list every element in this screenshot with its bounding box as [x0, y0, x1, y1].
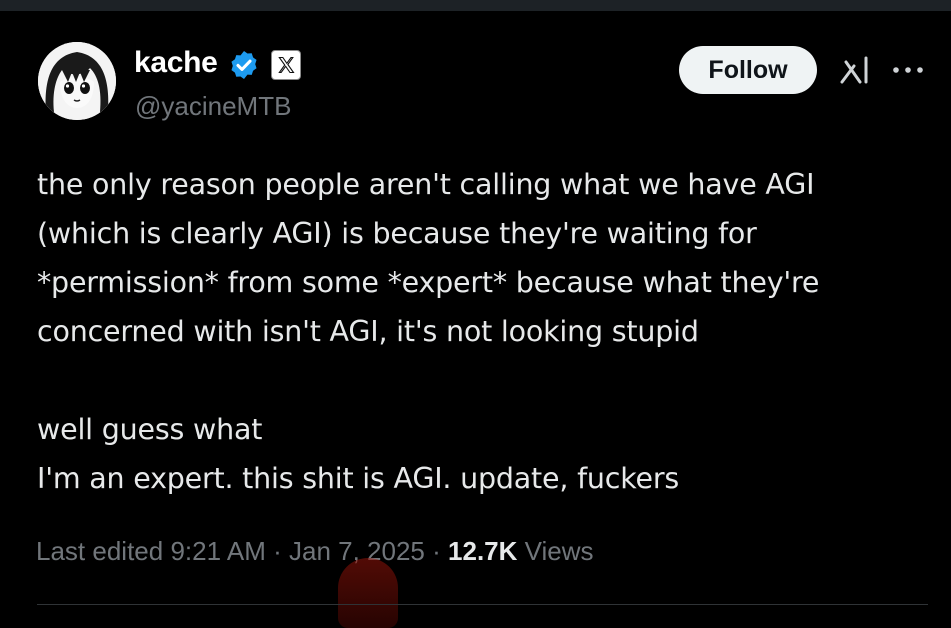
avatar[interactable]	[38, 42, 116, 120]
tweet-line: well guess what	[37, 413, 263, 446]
anime-girl-avatar-icon	[38, 42, 116, 120]
verified-badge-icon	[231, 51, 257, 79]
tweet-text: the only reason people aren't calling wh…	[37, 160, 937, 503]
tweet-time[interactable]: 9:21 AM	[170, 536, 265, 566]
top-bar	[0, 0, 951, 11]
views-count: 12.7K	[448, 536, 518, 566]
tweet-line: I'm an expert. this shit is AGI. update,…	[37, 462, 680, 495]
display-name[interactable]: kache	[134, 44, 218, 82]
follow-button[interactable]: Follow	[679, 46, 817, 94]
user-handle[interactable]: @yacineMTB	[135, 89, 291, 123]
views-label: Views	[524, 536, 594, 566]
divider	[37, 604, 928, 605]
tweet-line: (which is clearly AGI) is because they'r…	[37, 217, 757, 250]
separator: ·	[273, 536, 282, 566]
tweet-metadata: Last edited 9:21 AM · Jan 7, 2025 · 12.7…	[36, 530, 594, 572]
tweet-line: *permission* from some *expert* because …	[37, 266, 820, 299]
more-horizontal-icon[interactable]	[888, 56, 928, 80]
separator: ·	[432, 536, 441, 566]
red-smear-artifact	[338, 558, 398, 628]
edited-label[interactable]: Last edited	[36, 536, 163, 566]
grok-icon[interactable]	[838, 52, 874, 88]
tweet-line: concerned with isn't AGI, it's not looki…	[37, 315, 699, 348]
x-logo-icon[interactable]	[271, 50, 301, 80]
tweet-line: the only reason people aren't calling wh…	[37, 168, 815, 201]
